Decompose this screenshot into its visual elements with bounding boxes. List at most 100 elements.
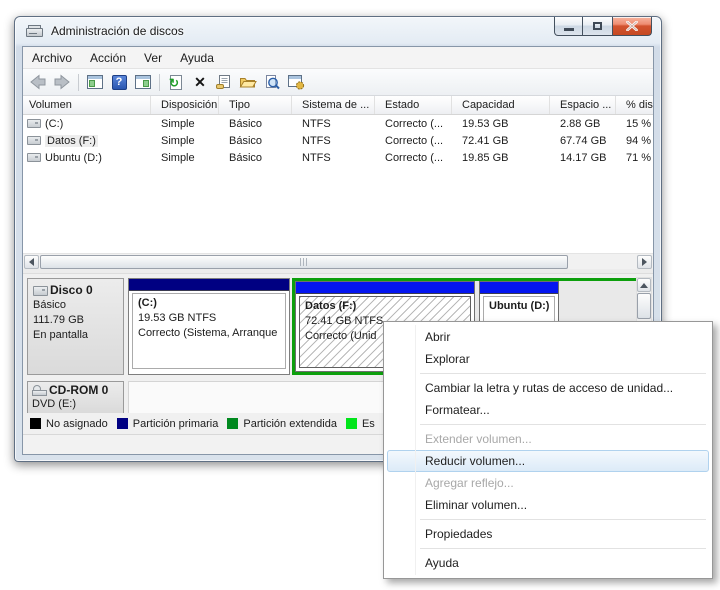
disk0-header[interactable]: Disco 0 Básico 111.79 GB En pantalla bbox=[27, 278, 124, 375]
menu-item-abrir[interactable]: Abrir bbox=[387, 326, 709, 348]
scroll-right-icon bbox=[642, 258, 651, 266]
console-tree-icon bbox=[87, 75, 103, 89]
status-cell: Correcto (... bbox=[385, 151, 444, 164]
volume-icon bbox=[27, 136, 41, 145]
volume-list: Volumen Disposición Tipo Sistema de ... … bbox=[23, 96, 653, 253]
column-header-volumen[interactable]: Volumen bbox=[23, 96, 151, 114]
minimize-button[interactable] bbox=[554, 17, 583, 36]
capacity-cell: 19.53 GB bbox=[462, 117, 509, 130]
menu-separator bbox=[420, 548, 706, 549]
vertical-scrollbar-thumb[interactable] bbox=[637, 293, 651, 319]
properties-button[interactable] bbox=[213, 71, 235, 93]
column-header-pct-disp[interactable]: % disp bbox=[616, 96, 653, 114]
toolbar-separator bbox=[159, 73, 160, 91]
volume-list-header: Volumen Disposición Tipo Sistema de ... … bbox=[23, 96, 653, 115]
delete-button[interactable]: ✕ bbox=[189, 71, 211, 93]
maximize-button[interactable] bbox=[583, 17, 612, 36]
scroll-up-icon bbox=[640, 279, 648, 288]
column-header-disposicion[interactable]: Disposición bbox=[151, 96, 219, 114]
volume-row-ubuntu[interactable]: Ubuntu (D:) Simple Básico NTFS Correcto … bbox=[23, 149, 653, 166]
legend-no-asignado: No asignado bbox=[30, 418, 108, 430]
menu-item-extender-volumen: Extender volumen... bbox=[425, 432, 532, 446]
legend-label: Es bbox=[361, 417, 375, 430]
scroll-left-icon bbox=[25, 258, 34, 266]
logical-drive-bar bbox=[296, 282, 474, 294]
legend-label: Partición extendida bbox=[243, 417, 337, 430]
menu-separator bbox=[420, 424, 706, 425]
menu-item-formatear[interactable]: Formatear... bbox=[387, 399, 709, 421]
volume-name-cell: Datos (F:) bbox=[23, 134, 151, 147]
cdrom-icon bbox=[32, 384, 47, 396]
new-window-button[interactable] bbox=[285, 71, 307, 93]
fs-cell: NTFS bbox=[302, 117, 331, 130]
refresh-button[interactable]: ↻ bbox=[165, 71, 187, 93]
layout-cell: Simple bbox=[161, 117, 195, 130]
console-window-gear-icon bbox=[288, 75, 305, 90]
pct-free-cell: 94 % bbox=[626, 134, 652, 147]
back-icon bbox=[30, 74, 46, 90]
menu-item-agregar-reflejo: Agregar reflejo... bbox=[425, 476, 514, 490]
menu-item-propiedades[interactable]: Propiedades bbox=[387, 523, 709, 545]
primary-partition-bar bbox=[129, 279, 289, 291]
forward-button[interactable] bbox=[51, 71, 73, 93]
column-header-capacidad[interactable]: Capacidad bbox=[452, 96, 550, 114]
disk0-status: En pantalla bbox=[33, 329, 89, 341]
legend-color-unallocated bbox=[30, 418, 41, 429]
menu-ver[interactable]: Ver bbox=[135, 48, 171, 68]
volume-icon bbox=[27, 153, 41, 162]
legend-espacio-libre: Es bbox=[345, 417, 375, 430]
help-button[interactable]: ? bbox=[108, 71, 130, 93]
status-cell: Correcto (... bbox=[385, 134, 444, 147]
show-action-pane-button[interactable] bbox=[132, 71, 154, 93]
status-cell: Correcto (... bbox=[385, 117, 444, 130]
disk-icon-slot bbox=[29, 33, 37, 34]
horizontal-scrollbar[interactable] bbox=[23, 253, 653, 269]
free-space-cell: 67.74 GB bbox=[560, 134, 607, 147]
volume-row-c[interactable]: (C:) Simple Básico NTFS Correcto (... 19… bbox=[23, 115, 653, 132]
disk0-type: Básico bbox=[33, 299, 67, 311]
menu-item-cambiar-letra[interactable]: Cambiar la letra y rutas de acceso de un… bbox=[387, 377, 709, 399]
column-header-estado[interactable]: Estado bbox=[375, 96, 452, 114]
toolbar-separator bbox=[78, 73, 79, 91]
horizontal-scrollbar-thumb[interactable] bbox=[40, 255, 568, 269]
capacity-cell: 19.85 GB bbox=[462, 151, 509, 164]
legend-color-free bbox=[345, 418, 357, 429]
search-button[interactable] bbox=[261, 71, 283, 93]
minimize-icon bbox=[563, 28, 574, 31]
column-header-sistema[interactable]: Sistema de ... bbox=[292, 96, 375, 114]
title-bar[interactable]: Administración de discos bbox=[15, 17, 661, 46]
legend-color-extended bbox=[227, 418, 239, 429]
scroll-up-button[interactable] bbox=[637, 278, 651, 292]
fs-cell: NTFS bbox=[302, 151, 331, 164]
logical-drive-bar bbox=[480, 282, 559, 294]
volume-row-datos[interactable]: Datos (F:) Simple Básico NTFS Correcto (… bbox=[23, 132, 653, 149]
menu-accion[interactable]: Acción bbox=[81, 48, 135, 68]
menu-item-ayuda[interactable]: Ayuda bbox=[387, 552, 709, 574]
menu-archivo[interactable]: Archivo bbox=[23, 48, 81, 68]
delete-icon: ✕ bbox=[194, 74, 206, 90]
menu-item-reducir-volumen[interactable]: Reducir volumen... bbox=[387, 450, 709, 472]
partition-c[interactable]: (C:) 19.53 GB NTFS Correcto (Sistema, Ar… bbox=[128, 278, 290, 375]
scroll-left-button[interactable] bbox=[24, 255, 39, 269]
column-header-espacio[interactable]: Espacio ... bbox=[550, 96, 616, 114]
menu-item-explorar[interactable]: Explorar bbox=[387, 348, 709, 370]
legend-particion-primaria: Partición primaria bbox=[116, 417, 219, 430]
legend-label: Partición primaria bbox=[132, 417, 219, 430]
back-button[interactable] bbox=[27, 71, 49, 93]
maximize-icon bbox=[593, 22, 602, 30]
free-space-cell: 14.17 GB bbox=[560, 151, 607, 164]
cdrom-header[interactable]: CD-ROM 0 DVD (E:) bbox=[27, 381, 124, 414]
column-header-tipo[interactable]: Tipo bbox=[219, 96, 292, 114]
layout-cell: Simple bbox=[161, 134, 195, 147]
open-folder-button[interactable] bbox=[237, 71, 259, 93]
scroll-right-button[interactable] bbox=[637, 255, 652, 269]
menu-separator bbox=[420, 373, 706, 374]
close-icon bbox=[626, 21, 638, 31]
forward-icon bbox=[54, 74, 70, 90]
show-console-tree-button[interactable] bbox=[84, 71, 106, 93]
close-button[interactable] bbox=[612, 17, 652, 36]
volume-context-menu: Abrir Explorar Cambiar la letra y rutas … bbox=[383, 321, 713, 579]
menu-item-eliminar-volumen[interactable]: Eliminar volumen... bbox=[387, 494, 709, 516]
volume-name-cell: (C:) bbox=[23, 118, 151, 130]
menu-ayuda[interactable]: Ayuda bbox=[171, 48, 223, 68]
